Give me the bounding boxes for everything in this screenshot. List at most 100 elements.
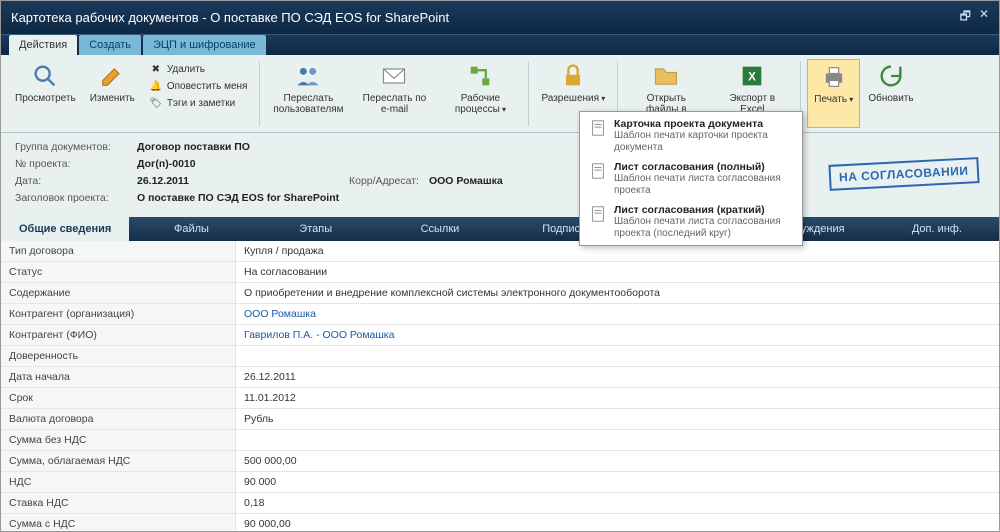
detail-label: НДС	[1, 472, 236, 492]
detail-value: Рубль	[236, 409, 999, 429]
tab-actions[interactable]: Действия	[9, 35, 77, 55]
detail-value: О приобретении и внедрение комплексной с…	[236, 283, 999, 303]
detail-row: СодержаниеО приобретении и внедрение ком…	[1, 283, 999, 304]
tag-icon: 🏷	[149, 96, 163, 110]
tab-create[interactable]: Создать	[79, 35, 141, 55]
detail-row: Тип договораКупля / продажа	[1, 241, 999, 262]
detail-row: Контрагент (ФИО)Гаврилов П.А. - ООО Рома…	[1, 325, 999, 346]
tab-ecp[interactable]: ЭЦП и шифрование	[143, 35, 266, 55]
view-button[interactable]: Просмотреть	[9, 59, 82, 128]
detail-label: Доверенность	[1, 346, 236, 366]
info-block: Группа документов: Договор поставки ПО № …	[1, 133, 999, 217]
edit-button[interactable]: Изменить	[84, 59, 141, 128]
ribbon: Просмотреть Изменить ✖Удалить 🔔Оповестит…	[1, 55, 999, 133]
small-actions: ✖Удалить 🔔Оповестить меня 🏷Тэги и заметк…	[143, 59, 254, 128]
detail-row: Срок11.01.2012	[1, 388, 999, 409]
detail-value[interactable]: ООО Ромашка	[236, 304, 999, 324]
detail-value: 11.01.2012	[236, 388, 999, 408]
lock-icon	[558, 61, 588, 91]
window-title: Картотека рабочих документов - О поставк…	[11, 10, 449, 25]
forward-email-button[interactable]: Переслать по e-mail	[352, 59, 436, 128]
details-grid: Тип договораКупля / продажаСтатусНа согл…	[1, 241, 999, 531]
forward-users-button[interactable]: Переслать пользователям	[266, 59, 350, 128]
detail-row: Дата начала26.12.2011	[1, 367, 999, 388]
corr-label: Корр/Адресат:	[349, 175, 419, 187]
detail-value: 90 000	[236, 472, 999, 492]
doc-icon	[588, 204, 608, 224]
detail-tabs: Общие сведения Файлы Этапы Ссылки Подпис…	[1, 217, 999, 241]
svg-text:X: X	[748, 71, 756, 84]
detail-label: Сумма с НДС	[1, 514, 236, 531]
detail-row: СтатусНа согласовании	[1, 262, 999, 283]
print-item-card[interactable]: Карточка проекта документаШаблон печати …	[582, 114, 800, 157]
corr-value: ООО Ромашка	[429, 175, 503, 187]
tab-files[interactable]: Файлы	[129, 217, 253, 241]
date-value: 26.12.2011	[137, 175, 189, 187]
workflows-button[interactable]: Рабочие процессы	[438, 59, 522, 128]
group-label: Группа документов:	[15, 141, 127, 153]
titlebar: Картотека рабочих документов - О поставк…	[1, 1, 999, 34]
refresh-button[interactable]: Обновить	[862, 59, 919, 128]
projnum-label: № проекта:	[15, 158, 127, 170]
detail-label: Контрагент (ФИО)	[1, 325, 236, 345]
detail-value: 500 000,00	[236, 451, 999, 471]
detail-value: 90 000,00	[236, 514, 999, 531]
title-value: О поставке ПО СЭД EOS for SharePoint	[137, 192, 339, 204]
refresh-icon	[876, 61, 906, 91]
doc-icon	[588, 118, 608, 138]
folder-icon	[651, 61, 681, 91]
detail-row: Сумма без НДС	[1, 430, 999, 451]
projnum-value: Дог(п)-0010	[137, 158, 196, 170]
top-tabs: Действия Создать ЭЦП и шифрование	[1, 34, 999, 55]
detail-value: На согласовании	[236, 262, 999, 282]
detail-value	[236, 430, 999, 450]
delete-icon: ✖	[149, 62, 163, 76]
detail-label: Статус	[1, 262, 236, 282]
detail-label: Содержание	[1, 283, 236, 303]
magnifier-icon	[30, 61, 60, 91]
doc-icon	[588, 161, 608, 181]
tab-stages[interactable]: Этапы	[254, 217, 378, 241]
detail-row: Доверенность	[1, 346, 999, 367]
title-label: Заголовок проекта:	[15, 192, 127, 204]
detail-value	[236, 346, 999, 366]
detail-row: Сумма с НДС90 000,00	[1, 514, 999, 531]
detail-label: Ставка НДС	[1, 493, 236, 513]
detail-row: Ставка НДС0,18	[1, 493, 999, 514]
detail-row: Сумма, облагаемая НДС500 000,00	[1, 451, 999, 472]
detail-value: 26.12.2011	[236, 367, 999, 387]
detail-row: НДС90 000	[1, 472, 999, 493]
detail-label: Тип договора	[1, 241, 236, 261]
date-label: Дата:	[15, 175, 127, 187]
print-item-short[interactable]: Лист согласования (краткий)Шаблон печати…	[582, 200, 800, 243]
bell-icon: 🔔	[149, 79, 163, 93]
notify-button[interactable]: 🔔Оповестить меня	[147, 78, 250, 94]
detail-row: Контрагент (организация)ООО Ромашка	[1, 304, 999, 325]
printer-icon	[819, 62, 849, 92]
close-icon[interactable]: ✕	[979, 7, 989, 28]
delete-button[interactable]: ✖Удалить	[147, 61, 250, 77]
detail-row: Валюта договораРубль	[1, 409, 999, 430]
tab-general[interactable]: Общие сведения	[1, 217, 129, 241]
pencil-icon	[97, 61, 127, 91]
maximize-icon[interactable]: 🗗	[960, 7, 971, 28]
detail-value[interactable]: Гаврилов П.А. - ООО Ромашка	[236, 325, 999, 345]
detail-value: 0,18	[236, 493, 999, 513]
excel-icon: X	[737, 61, 767, 91]
envelope-icon	[379, 61, 409, 91]
tags-button[interactable]: 🏷Тэги и заметки	[147, 95, 250, 111]
window-controls: 🗗 ✕	[960, 7, 989, 28]
tab-links[interactable]: Ссылки	[378, 217, 502, 241]
print-item-full[interactable]: Лист согласования (полный)Шаблон печати …	[582, 157, 800, 200]
workflow-icon	[465, 61, 495, 91]
app-window: Картотека рабочих документов - О поставк…	[0, 0, 1000, 532]
group-value: Договор поставки ПО	[137, 141, 250, 153]
print-dropdown: Карточка проекта документаШаблон печати …	[579, 111, 803, 246]
tab-more[interactable]: Доп. инф.	[875, 217, 999, 241]
detail-label: Дата начала	[1, 367, 236, 387]
detail-label: Сумма, облагаемая НДС	[1, 451, 236, 471]
detail-label: Сумма без НДС	[1, 430, 236, 450]
print-button[interactable]: Печать	[807, 59, 860, 128]
detail-label: Контрагент (организация)	[1, 304, 236, 324]
detail-label: Срок	[1, 388, 236, 408]
